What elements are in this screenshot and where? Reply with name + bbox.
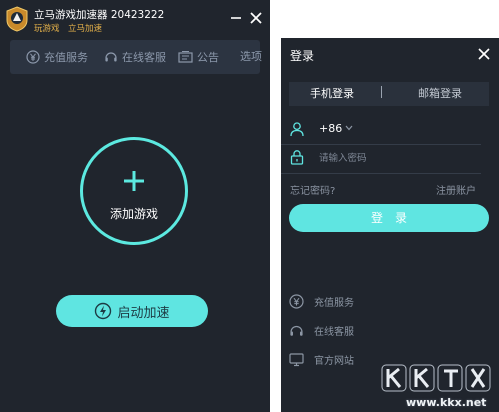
notice-icon bbox=[178, 51, 193, 63]
login-close-button[interactable] bbox=[475, 45, 493, 63]
start-accelerate-button[interactable]: 启动加速 bbox=[56, 295, 208, 327]
app-logo bbox=[6, 6, 28, 32]
yen-circle-icon bbox=[26, 50, 40, 64]
add-game-button[interactable]: 添加游戏 bbox=[80, 137, 188, 245]
service-recharge-label: 充值服务 bbox=[314, 297, 354, 309]
toolbar-support[interactable]: 在线客服 bbox=[104, 40, 166, 74]
close-button[interactable] bbox=[246, 8, 266, 28]
service-website-label: 官方网站 bbox=[314, 355, 354, 367]
add-game-label: 添加游戏 bbox=[109, 207, 158, 221]
close-icon bbox=[250, 12, 262, 24]
yen-circle-icon bbox=[289, 293, 304, 309]
tab-phone-login[interactable]: 手机登录 bbox=[289, 82, 375, 106]
toolbar-notice-label: 公告 bbox=[197, 51, 219, 64]
login-panel: 登录 手机登录 邮箱登录 +86 忘记密码? 注册账户 登录 充值服务 在线客服… bbox=[281, 38, 499, 412]
title-bar: 立马游戏加速器 20423222 玩游戏 立马加速 bbox=[0, 0, 270, 38]
service-support-label: 在线客服 bbox=[314, 326, 354, 338]
minimize-icon bbox=[231, 17, 241, 19]
start-accelerate-label: 启动加速 bbox=[117, 305, 170, 321]
plus-icon bbox=[124, 171, 144, 191]
register-link[interactable]: 注册账户 bbox=[436, 182, 476, 197]
main-window: 立马游戏加速器 20423222 玩游戏 立马加速 充值服务 在线客服 公告 选… bbox=[0, 0, 270, 412]
login-title: 登录 bbox=[290, 49, 315, 63]
toolbar-notice[interactable]: 公告 bbox=[178, 40, 219, 74]
app-slogan: 玩游戏 立马加速 bbox=[34, 24, 103, 34]
monitor-icon bbox=[289, 352, 304, 366]
user-icon bbox=[290, 122, 304, 137]
field-divider bbox=[281, 144, 481, 145]
service-recharge[interactable]: 充值服务 bbox=[289, 292, 354, 310]
toolbar-recharge[interactable]: 充值服务 bbox=[26, 40, 88, 74]
toolbar-options[interactable]: 选项 bbox=[240, 40, 262, 74]
toolbar: 充值服务 在线客服 公告 bbox=[10, 40, 260, 74]
watermark-logo bbox=[381, 364, 491, 392]
tab-email-login[interactable]: 邮箱登录 bbox=[395, 82, 485, 106]
lightning-circle-icon bbox=[95, 302, 112, 320]
lock-icon bbox=[290, 150, 304, 165]
headset-icon bbox=[290, 325, 303, 336]
password-input[interactable] bbox=[319, 149, 487, 167]
password-field bbox=[289, 146, 489, 170]
watermark-url: www.kkx.net bbox=[406, 396, 487, 409]
chevron-down-icon bbox=[345, 125, 353, 131]
service-website[interactable]: 官方网站 bbox=[289, 350, 354, 368]
field-divider bbox=[281, 173, 481, 174]
service-support[interactable]: 在线客服 bbox=[289, 321, 354, 339]
toolbar-support-label: 在线客服 bbox=[122, 51, 166, 64]
headset-icon bbox=[105, 52, 117, 62]
login-button[interactable]: 登录 bbox=[289, 204, 489, 232]
app-name: 立马游戏加速器 20423222 bbox=[34, 9, 165, 21]
close-icon bbox=[478, 48, 490, 60]
tab-divider bbox=[381, 86, 382, 98]
toolbar-recharge-label: 充值服务 bbox=[44, 51, 88, 64]
minimize-button[interactable] bbox=[226, 8, 246, 28]
country-code-select[interactable]: +86 bbox=[319, 122, 342, 135]
login-tabs: 手机登录 邮箱登录 bbox=[289, 82, 489, 106]
forgot-password-link[interactable]: 忘记密码? bbox=[290, 182, 335, 197]
phone-field[interactable]: +86 bbox=[289, 118, 489, 142]
